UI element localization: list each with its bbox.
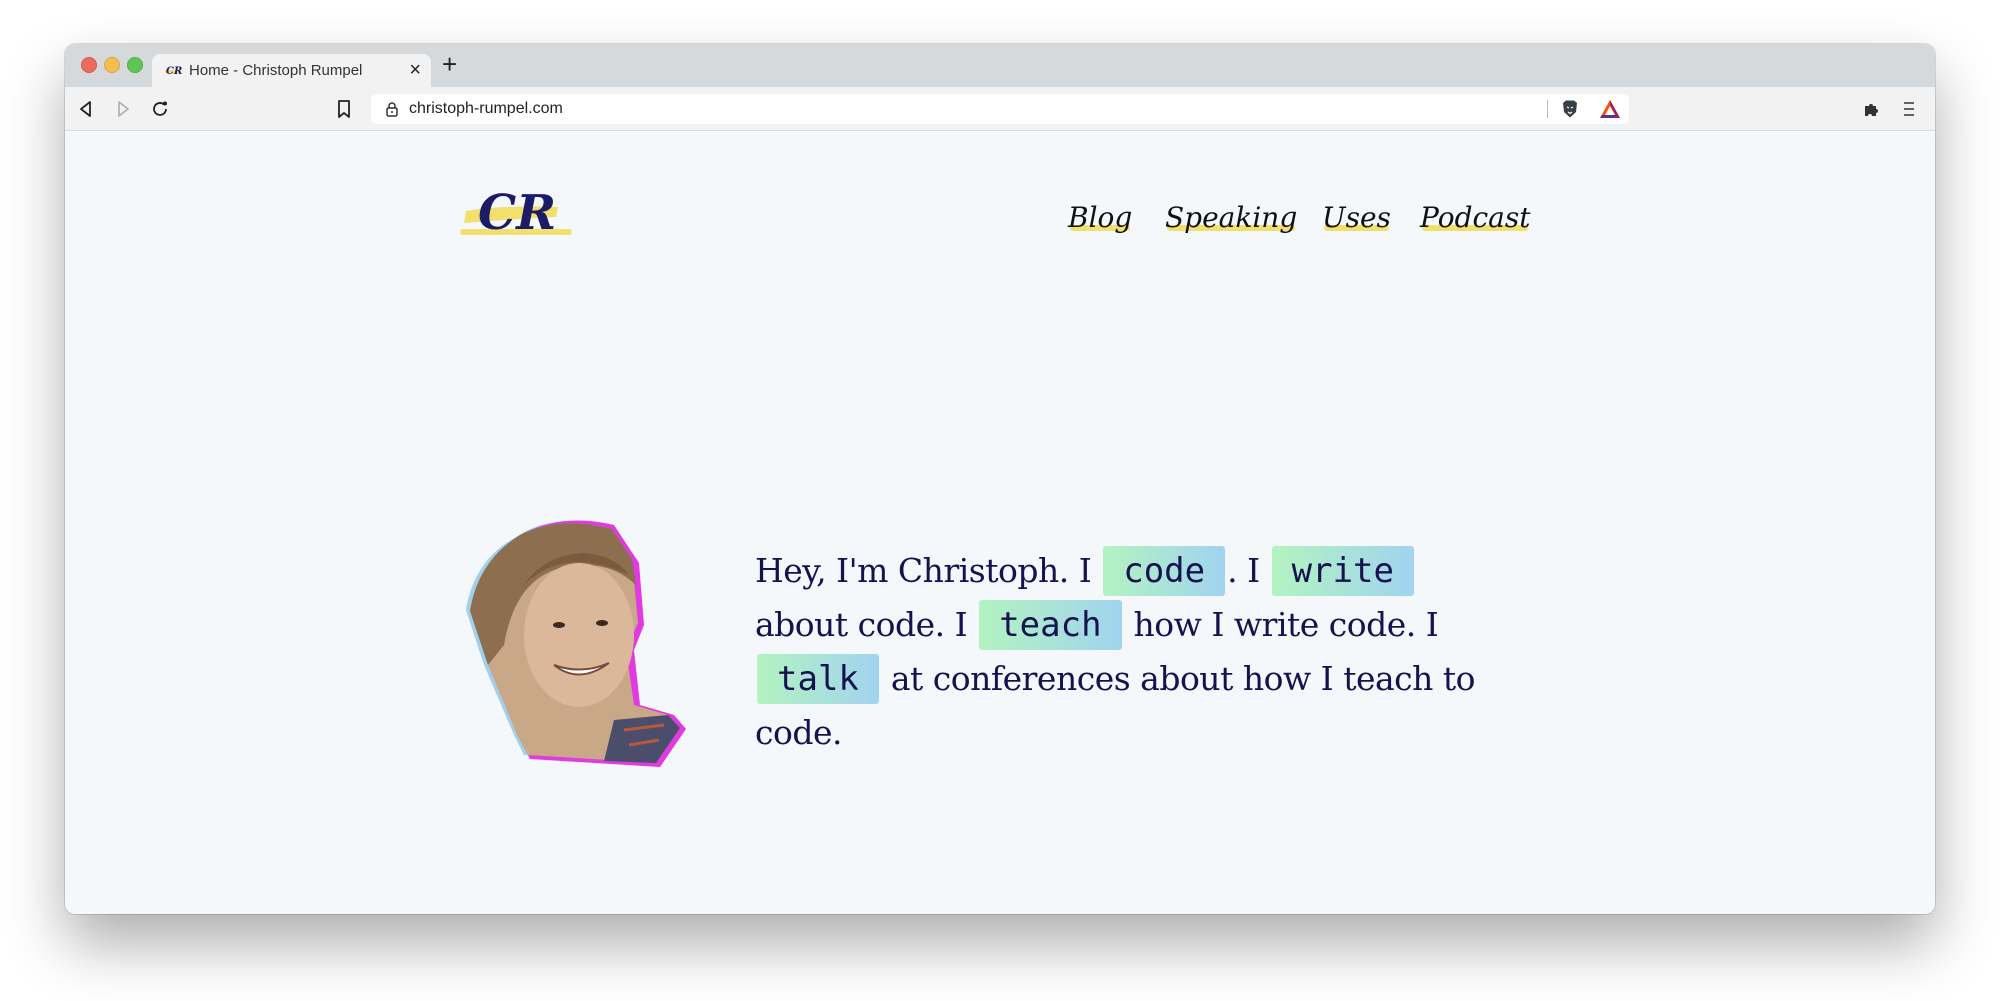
tab-title: Home - Christoph Rumpel	[189, 62, 363, 79]
browser-window: CR Home - Christoph Rumpel × + christoph…	[65, 44, 1935, 914]
hamburger-menu-icon[interactable]	[1898, 98, 1920, 120]
close-tab-icon[interactable]: ×	[409, 59, 421, 82]
address-bar[interactable]: christoph-rumpel.com	[371, 94, 1629, 124]
bookmark-icon[interactable]	[333, 98, 355, 120]
cr-logo-icon: CR	[165, 66, 182, 77]
site-logo[interactable]: CR	[458, 183, 576, 243]
minimize-window-button[interactable]	[104, 57, 120, 73]
page-content: CR Blog Speaking Uses Podcast Hey, I'm C…	[65, 131, 1935, 914]
nav-label: Uses	[1322, 201, 1391, 234]
puzzle-icon[interactable]	[1861, 98, 1883, 120]
nav-link-blog[interactable]: Blog	[1068, 201, 1132, 234]
hero-intro: Hey, I'm Christoph. I code. I write abou…	[755, 544, 1515, 759]
back-arrow-icon[interactable]	[75, 98, 97, 120]
brave-lion-icon[interactable]	[1560, 99, 1580, 119]
browser-tab[interactable]: CR Home - Christoph Rumpel ×	[152, 54, 431, 87]
lock-icon	[386, 102, 398, 117]
hero-text: Hey, I'm Christoph. I	[755, 551, 1102, 590]
badge-code: code	[1103, 546, 1226, 596]
close-window-button[interactable]	[81, 57, 97, 73]
nav-link-uses[interactable]: Uses	[1322, 201, 1391, 234]
address-divider	[1547, 100, 1548, 118]
author-portrait	[466, 520, 686, 767]
new-tab-button[interactable]: +	[442, 51, 457, 77]
badge-write: write	[1271, 546, 1414, 596]
browser-toolbar: christoph-rumpel.com	[65, 87, 1935, 131]
nav-link-speaking[interactable]: Speaking	[1165, 201, 1297, 234]
logo-text: CR	[478, 185, 556, 241]
forward-arrow-icon[interactable]	[112, 98, 134, 120]
hero-text: about code. I	[755, 605, 978, 644]
badge-talk: talk	[757, 654, 879, 704]
nav-link-podcast[interactable]: Podcast	[1420, 201, 1530, 234]
svg-text:CR: CR	[166, 66, 182, 77]
reload-icon[interactable]	[149, 98, 171, 120]
nav-label: Speaking	[1165, 201, 1298, 234]
maximize-window-button[interactable]	[127, 57, 143, 73]
badge-teach: teach	[979, 600, 1122, 650]
tab-bar: CR Home - Christoph Rumpel × +	[65, 44, 1935, 87]
hero-text: . I	[1227, 551, 1270, 590]
url-text[interactable]: christoph-rumpel.com	[409, 100, 563, 118]
hero-text: how I write code. I	[1123, 605, 1439, 644]
nav-label: Podcast	[1420, 201, 1531, 234]
nav-label: Blog	[1068, 201, 1133, 234]
bat-triangle-icon[interactable]	[1599, 99, 1621, 119]
